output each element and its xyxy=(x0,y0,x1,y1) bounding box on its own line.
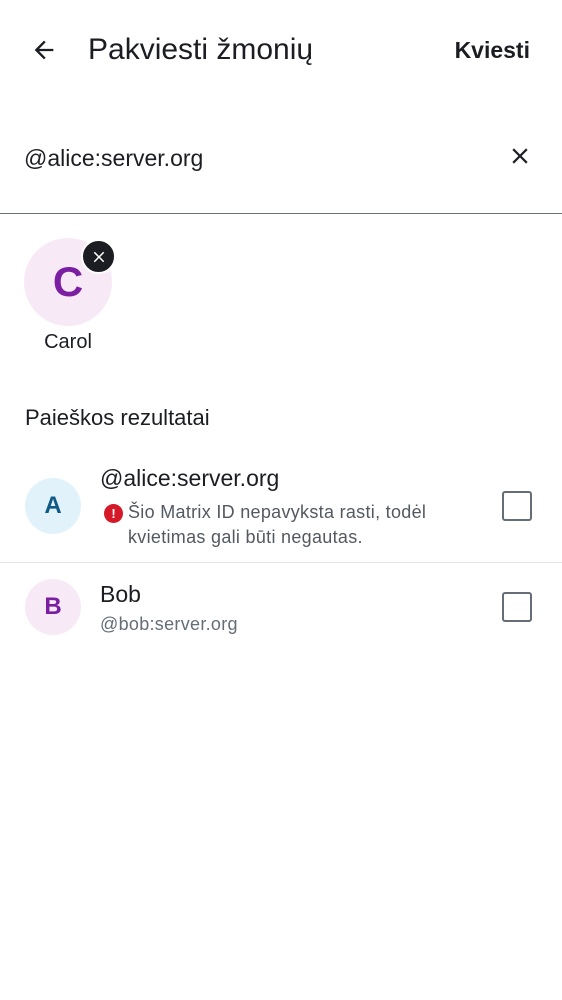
result-row-alice[interactable]: A @alice:server.org ! Šio Matrix ID nepa… xyxy=(0,450,562,563)
warning-text: Šio Matrix ID nepavyksta rasti, todėl kv… xyxy=(128,502,427,547)
selected-user-name: Carol xyxy=(44,331,92,353)
result-name: @alice:server.org xyxy=(100,465,280,491)
search-input[interactable] xyxy=(24,140,484,176)
page-title: Pakviesti žmonių xyxy=(88,33,314,66)
search-field xyxy=(0,110,562,214)
top-app-bar: Pakviesti žmonių Kviesti xyxy=(0,0,562,100)
close-icon xyxy=(512,148,528,164)
clear-search-button[interactable] xyxy=(500,136,540,176)
result-name: Bob xyxy=(100,581,141,607)
invite-button[interactable]: Kviesti xyxy=(455,32,530,68)
error-icon: ! xyxy=(104,504,123,523)
search-results-header: Paieškos rezultatai xyxy=(25,405,210,430)
result-row-bob[interactable]: B Bob @bob:server.org xyxy=(0,564,562,654)
select-checkbox[interactable] xyxy=(502,592,532,622)
remove-selected-user-button[interactable] xyxy=(81,239,116,274)
arrow-left-icon xyxy=(34,40,54,60)
close-icon xyxy=(93,251,104,262)
avatar: B xyxy=(25,579,81,635)
back-button[interactable] xyxy=(22,28,66,72)
select-checkbox[interactable] xyxy=(502,491,532,521)
avatar: A xyxy=(25,478,81,534)
selected-user-chip: C Carol xyxy=(24,238,116,358)
result-user-id: @bob:server.org xyxy=(100,614,238,634)
